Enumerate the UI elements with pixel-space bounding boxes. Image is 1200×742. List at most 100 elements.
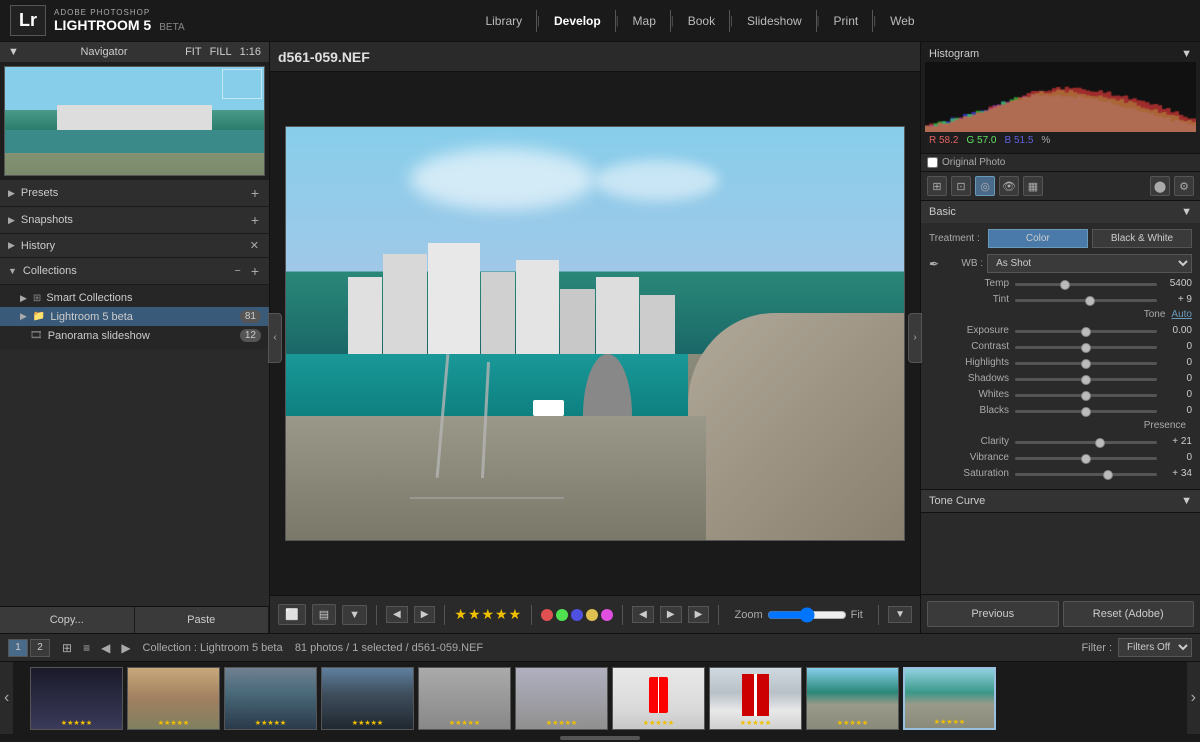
basic-label: Basic <box>929 206 956 218</box>
bw-treatment-btn[interactable]: Black & White <box>1092 229 1192 248</box>
adobe-label: ADOBE PHOTOSHOP <box>54 8 185 17</box>
presets-section-header[interactable]: ▶ Presets + <box>0 180 269 207</box>
lr5-collection-item[interactable]: ▶ 📁 Lightroom 5 beta 81 <box>0 307 269 326</box>
collections-add[interactable]: + <box>249 263 261 279</box>
page-2-btn[interactable]: 2 <box>30 639 50 657</box>
color-yellow[interactable] <box>586 609 598 621</box>
wb-eyedropper[interactable]: ✒ <box>929 257 939 271</box>
navigator-header[interactable]: ▼ Navigator FIT FILL 1:16 <box>0 42 269 62</box>
saturation-slider[interactable] <box>1015 473 1157 476</box>
prev-nav-btn[interactable]: ◀ <box>632 606 654 623</box>
snapshots-add[interactable]: + <box>249 212 261 228</box>
filter-dropdown[interactable]: Filters Off Rated Flagged <box>1118 638 1192 657</box>
basic-section-header[interactable]: Basic ▼ <box>921 201 1200 223</box>
nav-book[interactable]: Book <box>674 10 730 32</box>
film-thumb-1[interactable]: ★★★★★ <box>30 667 123 730</box>
film-thumb-3[interactable]: ★★★★★ <box>224 667 317 730</box>
color-blue[interactable] <box>571 609 583 621</box>
reset-button[interactable]: Reset (Adobe) <box>1063 601 1195 627</box>
bld6 <box>560 289 595 358</box>
page-1-btn[interactable]: 1 <box>8 639 28 657</box>
filter-label: Filter : <box>1081 642 1112 654</box>
color-magenta[interactable] <box>601 609 613 621</box>
nav-library[interactable]: Library <box>471 10 537 32</box>
film-thumb-8[interactable]: ★★★★★ <box>709 667 802 730</box>
graduated-tool[interactable]: ▦ <box>1023 176 1043 196</box>
color-green[interactable] <box>556 609 568 621</box>
tone-auto-btn[interactable]: Auto <box>1171 309 1192 320</box>
prev-nav-arrow[interactable]: ◀ <box>97 639 114 657</box>
collections-minus[interactable]: − <box>232 265 242 277</box>
collections-section-header[interactable]: ▼ Collections − + <box>0 258 269 285</box>
nav-slideshow[interactable]: Slideshow <box>733 10 817 32</box>
tb-sep3 <box>531 605 532 625</box>
blacks-slider[interactable] <box>1015 410 1157 413</box>
crop-tool[interactable]: ⊡ <box>951 176 971 196</box>
nav-map[interactable]: Map <box>619 10 671 32</box>
exposure-slider[interactable] <box>1015 330 1157 333</box>
clarity-slider[interactable] <box>1015 441 1157 444</box>
settings-tool[interactable]: ⚙ <box>1174 176 1194 196</box>
grid-tool[interactable]: ⊞ <box>927 176 947 196</box>
grid-view-btn[interactable]: ⊞ <box>58 639 76 657</box>
loupe-view-btn[interactable]: ≡ <box>79 639 94 657</box>
redeye-tool[interactable]: 👁 <box>999 176 1019 196</box>
filmstrip-prev-btn[interactable]: ‹ <box>0 662 13 734</box>
tint-slider[interactable] <box>1015 299 1157 302</box>
history-section-header[interactable]: ▶ History ✕ <box>0 234 269 258</box>
film-thumb-7[interactable]: ★★★★★ <box>612 667 705 730</box>
nav-web[interactable]: Web <box>876 10 928 32</box>
zoom-slider[interactable] <box>767 607 847 623</box>
view-dropdown-btn[interactable]: ▼ <box>342 605 367 625</box>
film-thumb-6[interactable]: ★★★★★ <box>515 667 608 730</box>
contrast-slider[interactable] <box>1015 346 1157 349</box>
prev-photo-btn[interactable]: ◀ <box>386 606 408 623</box>
previous-button[interactable]: Previous <box>927 601 1059 627</box>
original-photo-checkbox[interactable] <box>927 157 938 168</box>
view-normal-btn[interactable]: ⬜ <box>278 604 306 625</box>
paste-button[interactable]: Paste <box>135 607 270 633</box>
contrast-row: Contrast 0 <box>929 340 1192 352</box>
histogram-chart <box>925 62 1196 132</box>
next-nav-btn[interactable]: ▶ <box>660 606 682 623</box>
brush-tool[interactable]: ⬤ <box>1150 176 1170 196</box>
right-panel-toggle[interactable]: › <box>908 313 922 363</box>
film-thumb-2[interactable]: ★★★★★ <box>127 667 220 730</box>
snapshots-section-header[interactable]: ▶ Snapshots + <box>0 207 269 234</box>
tone-curve-section-header[interactable]: Tone Curve ▼ <box>921 490 1200 512</box>
wb-dropdown[interactable]: As Shot Auto Daylight Cloudy Custom <box>987 254 1192 273</box>
color-treatment-btn[interactable]: Color <box>988 229 1088 248</box>
left-panel-toggle[interactable]: ‹ <box>268 313 282 363</box>
film-thumb-5[interactable]: ★★★★★ <box>418 667 511 730</box>
filmstrip-next-btn[interactable]: › <box>1187 662 1200 734</box>
zoom-fill-btn[interactable]: FILL <box>210 46 232 58</box>
spot-tool[interactable]: ◎ <box>975 176 995 196</box>
star-rating[interactable]: ★★★★★ <box>454 606 522 623</box>
smart-collections-item[interactable]: ▶ ⊞ Smart Collections <box>0 289 269 307</box>
vibrance-slider[interactable] <box>1015 457 1157 460</box>
presets-add[interactable]: + <box>249 185 261 201</box>
zoom-fit-btn[interactable]: FIT <box>185 46 202 58</box>
next-nav-arrow[interactable]: ▶ <box>117 639 134 657</box>
view-compare-btn[interactable]: ▤ <box>312 604 336 625</box>
play-btn[interactable]: ▶ <box>688 606 710 623</box>
film-thumb-10[interactable]: ★★★★★ <box>903 667 996 730</box>
copy-button[interactable]: Copy... <box>0 607 135 633</box>
highlights-slider[interactable] <box>1015 362 1157 365</box>
zoom-116-btn[interactable]: 1:16 <box>240 46 261 58</box>
film-thumb-4[interactable]: ★★★★★ <box>321 667 414 730</box>
nav-print[interactable]: Print <box>820 10 874 32</box>
lighthouse2-body <box>742 674 769 717</box>
whites-slider[interactable] <box>1015 394 1157 397</box>
zoom-dropdown-btn[interactable]: ▼ <box>888 606 912 623</box>
shadows-slider[interactable] <box>1015 378 1157 381</box>
history-close[interactable]: ✕ <box>248 239 261 252</box>
app-beta: BETA <box>159 22 184 33</box>
nav-develop[interactable]: Develop <box>540 10 616 32</box>
next-photo-btn[interactable]: ▶ <box>414 606 436 623</box>
temp-slider[interactable] <box>1015 283 1157 286</box>
panorama-collection-item[interactable]: 🎞 Panorama slideshow 12 <box>0 326 269 345</box>
scroll-thumb[interactable] <box>560 736 640 740</box>
film-thumb-9[interactable]: ★★★★★ <box>806 667 899 730</box>
color-red[interactable] <box>541 609 553 621</box>
